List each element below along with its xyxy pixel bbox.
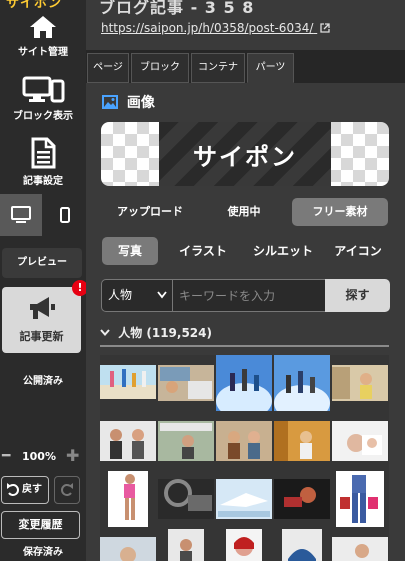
source-upload-button[interactable]: アップロード xyxy=(100,198,200,226)
preview-button[interactable]: プレビュー xyxy=(2,248,82,278)
image-thumbnail[interactable] xyxy=(158,471,214,527)
device-tab-desktop[interactable] xyxy=(0,194,42,236)
image-thumbnail[interactable] xyxy=(100,471,156,527)
preview-logo-text: サイポン xyxy=(193,143,297,171)
source-in-use-button[interactable]: 使用中 xyxy=(206,198,282,226)
type-toggle: 写真 イラスト シルエット アイコン xyxy=(100,237,392,265)
zoom-control: ━ 100% ✚ xyxy=(0,446,86,466)
type-illustration-button[interactable]: イラスト xyxy=(172,237,234,265)
device-switcher xyxy=(0,194,86,236)
category-heading[interactable]: 人物 (119,524) xyxy=(100,324,212,341)
type-photo-button[interactable]: 写真 xyxy=(102,237,158,265)
image-thumbnail[interactable] xyxy=(332,471,388,527)
category-select-value: 人物 xyxy=(108,288,133,302)
publish-status: 公開済み xyxy=(23,376,63,387)
nav-label: サイト管理 xyxy=(18,47,68,58)
update-label: 記事更新 xyxy=(19,330,64,343)
chevron-down-icon xyxy=(100,329,110,336)
change-history-button[interactable]: 変更履歴 xyxy=(1,511,80,539)
monitor-icon xyxy=(22,76,65,103)
home-icon xyxy=(30,16,56,38)
image-icon xyxy=(102,95,118,109)
selected-image-preview[interactable]: サイポン xyxy=(101,122,389,186)
category-select[interactable]: 人物 xyxy=(101,279,173,312)
app-logo[interactable]: サイポン xyxy=(6,0,62,11)
post-url-link[interactable]: https://saipon.jp/h/0358/post-6034/ xyxy=(101,21,330,35)
external-link-icon xyxy=(320,23,330,33)
undo-icon xyxy=(7,483,19,496)
source-free-material-button[interactable]: フリー素材 xyxy=(292,198,388,226)
image-thumbnail[interactable] xyxy=(216,471,272,527)
smartphone-icon xyxy=(59,207,70,223)
image-thumbnail[interactable] xyxy=(216,413,272,469)
keyword-input[interactable] xyxy=(173,279,326,312)
section-title: 画像 xyxy=(102,92,155,112)
device-tab-smartphone[interactable] xyxy=(43,194,86,236)
document-icon xyxy=(31,137,56,169)
post-title: ブログ記事 - 3 5 8 xyxy=(99,0,255,17)
image-thumbnail[interactable] xyxy=(274,471,330,527)
zoom-out-icon[interactable]: ━ xyxy=(2,448,10,464)
image-thumbnail[interactable] xyxy=(216,529,272,561)
image-thumbnail[interactable] xyxy=(332,529,388,561)
source-toggle: アップロード 使用中 フリー素材 xyxy=(100,198,392,226)
megaphone-icon xyxy=(30,297,55,319)
desktop-icon xyxy=(11,206,31,223)
tab-parts[interactable]: パーツ xyxy=(247,53,294,83)
nav-label: 記事設定 xyxy=(23,176,63,187)
section-title-text: 画像 xyxy=(126,95,155,111)
search-button[interactable]: 探す xyxy=(325,279,390,312)
nav-article-settings[interactable]: 記事設定 xyxy=(0,137,86,187)
image-thumbnail[interactable] xyxy=(158,413,214,469)
redo-button[interactable] xyxy=(54,476,80,504)
nav-label: ブロック表示 xyxy=(13,111,73,122)
nav-site-management[interactable]: サイト管理 xyxy=(0,14,86,58)
preview-logo-image: サイポン xyxy=(159,122,331,186)
left-sidebar: サイポン サイト管理 ブロック表示 記事設定 プレビュー 記事更新 ! 公開済み… xyxy=(0,0,88,561)
search-bar: 人物 探す xyxy=(101,279,390,312)
image-thumbnail[interactable] xyxy=(332,355,388,411)
image-thumbnail[interactable] xyxy=(216,355,272,411)
main-panel: ブログ記事 - 3 5 8 https://saipon.jp/h/0358/p… xyxy=(86,0,405,561)
image-thumbnail[interactable] xyxy=(158,529,214,561)
image-thumbnail[interactable] xyxy=(274,413,330,469)
chevron-down-icon xyxy=(157,291,167,299)
update-article-button[interactable]: 記事更新 xyxy=(2,287,81,353)
nav-block-display[interactable]: ブロック表示 xyxy=(0,76,86,122)
type-silhouette-button[interactable]: シルエット xyxy=(248,237,318,265)
image-thumbnail[interactable] xyxy=(158,355,214,411)
panel-tabs: ページ ブロック コンテナ パーツ xyxy=(86,50,405,83)
zoom-in-icon[interactable]: ✚ xyxy=(66,446,79,465)
zoom-value: 100% xyxy=(22,450,56,463)
image-thumbnail[interactable] xyxy=(274,355,330,411)
tab-page[interactable]: ページ xyxy=(87,53,129,83)
divider xyxy=(100,345,389,347)
image-thumbnail[interactable] xyxy=(332,413,388,469)
image-thumbnail[interactable] xyxy=(100,529,156,561)
undo-button[interactable]: 戻す xyxy=(1,476,49,504)
post-url-text: https://saipon.jp/h/0358/post-6034/ xyxy=(101,21,314,35)
tab-container[interactable]: コンテナ xyxy=(191,53,245,83)
image-thumbnail[interactable] xyxy=(100,355,156,411)
tab-block[interactable]: ブロック xyxy=(131,53,189,83)
image-grid xyxy=(100,355,389,561)
image-thumbnail[interactable] xyxy=(100,413,156,469)
type-icon-button[interactable]: アイコン xyxy=(328,237,388,265)
save-status: 保存済み xyxy=(23,547,63,558)
image-thumbnail[interactable] xyxy=(274,529,330,561)
undo-label: 戻す xyxy=(22,484,42,495)
category-heading-text: 人物 (119,524) xyxy=(118,326,212,340)
redo-icon xyxy=(61,483,73,496)
